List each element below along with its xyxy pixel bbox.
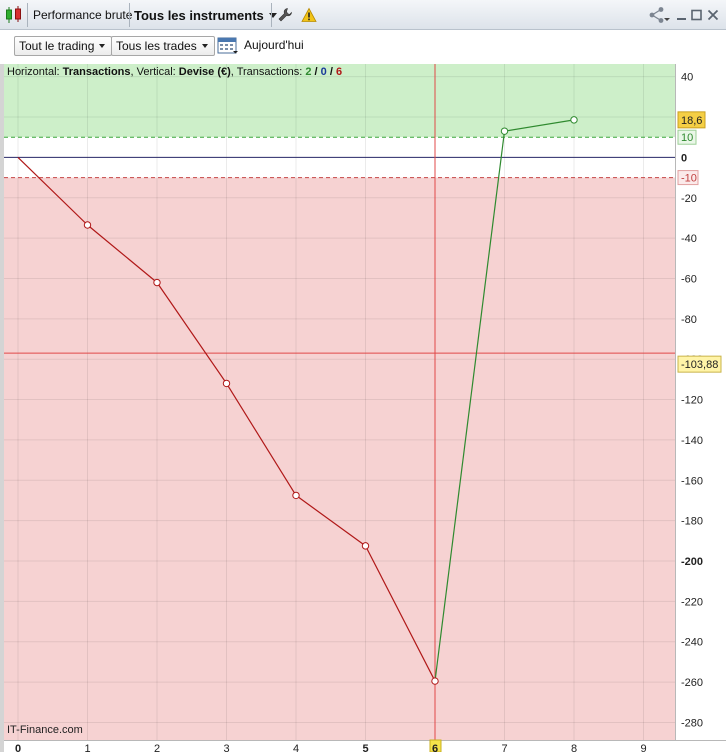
info-segment: , Vertical: xyxy=(131,66,179,78)
chart-info-text: Horizontal: Transactions, Vertical: Devi… xyxy=(7,66,342,78)
chevron-down-icon xyxy=(268,12,277,18)
y-tick-label: -220 xyxy=(681,596,703,608)
chart-type-selector[interactable]: Performance brute xyxy=(33,0,132,30)
x-tick-label: 1 xyxy=(84,743,90,752)
filter-toolbar: Tout le trading Tous les trades Aujourd'… xyxy=(0,30,726,63)
wrench-icon[interactable] xyxy=(277,0,293,30)
trading-filter-label: Tout le trading xyxy=(19,39,95,53)
data-point[interactable] xyxy=(83,221,92,229)
candlestick-chart-icon[interactable] xyxy=(4,0,24,30)
date-label: Aujourd'hui xyxy=(244,38,304,52)
y-tick-label: -260 xyxy=(681,677,703,689)
last-value-label: 18,6 xyxy=(681,115,702,127)
info-segment: Transactions xyxy=(63,66,131,78)
chart-area[interactable]: 40200-20-40-60-80-100-120-140-160-180-20… xyxy=(0,0,726,752)
info-segment: , Transactions: xyxy=(231,66,306,78)
trading-filter-dropdown[interactable]: Tout le trading xyxy=(14,36,113,56)
cursor-value-label: -103,88 xyxy=(681,359,718,371)
upper-threshold-label: 10 xyxy=(681,132,693,144)
x-tick-label: 2 xyxy=(154,743,160,752)
trades-filter-dropdown[interactable]: Tous les trades xyxy=(111,36,215,56)
watermark: IT-Finance.com xyxy=(7,724,83,736)
chart-type-label: Performance brute xyxy=(33,8,133,22)
instruments-label: Tous les instruments xyxy=(134,7,264,23)
cursor-x-label: 6 xyxy=(432,743,438,752)
y-tick-label: -60 xyxy=(681,273,697,285)
y-tick-label: -140 xyxy=(681,435,703,447)
info-segment: / xyxy=(312,66,321,78)
date-selector[interactable]: Aujourd'hui xyxy=(217,35,304,55)
chevron-down-icon xyxy=(99,44,106,48)
y-tick-label: -280 xyxy=(681,717,703,729)
y-tick-label: -240 xyxy=(681,637,703,649)
info-segment: Devise (€) xyxy=(179,66,231,78)
x-tick-label: 7 xyxy=(501,743,507,752)
share-icon[interactable] xyxy=(648,0,670,30)
y-tick-label: -200 xyxy=(681,556,703,568)
data-point[interactable] xyxy=(361,542,370,550)
data-point[interactable] xyxy=(570,116,578,124)
y-tick-label: -40 xyxy=(681,233,697,245)
data-point[interactable] xyxy=(431,677,439,685)
info-segment: Horizontal: xyxy=(7,66,63,78)
warning-icon[interactable] xyxy=(301,0,317,30)
x-tick-label: 0 xyxy=(15,743,21,752)
y-tick-label: 40 xyxy=(681,72,693,84)
calendar-icon xyxy=(217,37,238,54)
y-tick-label: -20 xyxy=(681,193,697,205)
x-tick-label: 4 xyxy=(293,743,299,752)
y-tick-label: -80 xyxy=(681,314,697,326)
left-edge-strip xyxy=(0,64,4,752)
y-tick-label: 0 xyxy=(681,152,687,164)
x-tick-label: 3 xyxy=(223,743,229,752)
info-segment: / xyxy=(327,66,336,78)
info-segment: 6 xyxy=(336,66,342,78)
instruments-dropdown[interactable]: Tous les instruments xyxy=(134,0,277,30)
maximize-icon[interactable] xyxy=(690,0,704,30)
minimize-icon[interactable] xyxy=(675,0,689,30)
x-tick-label: 8 xyxy=(571,743,577,752)
chevron-down-icon xyxy=(201,44,208,48)
data-point[interactable] xyxy=(292,491,300,500)
window-title-bar: Performance brute Tous les instruments xyxy=(0,0,726,30)
lower-threshold-label: -10 xyxy=(681,173,697,185)
data-point[interactable] xyxy=(222,379,231,388)
y-tick-label: -120 xyxy=(681,395,703,407)
trades-filter-label: Tous les trades xyxy=(116,39,197,53)
data-point[interactable] xyxy=(500,127,509,135)
y-tick-label: -180 xyxy=(681,516,703,528)
x-tick-label: 5 xyxy=(362,743,368,752)
data-point[interactable] xyxy=(153,278,161,287)
y-tick-label: -160 xyxy=(681,475,703,487)
x-tick-label: 9 xyxy=(640,743,646,752)
close-icon[interactable] xyxy=(706,0,720,30)
